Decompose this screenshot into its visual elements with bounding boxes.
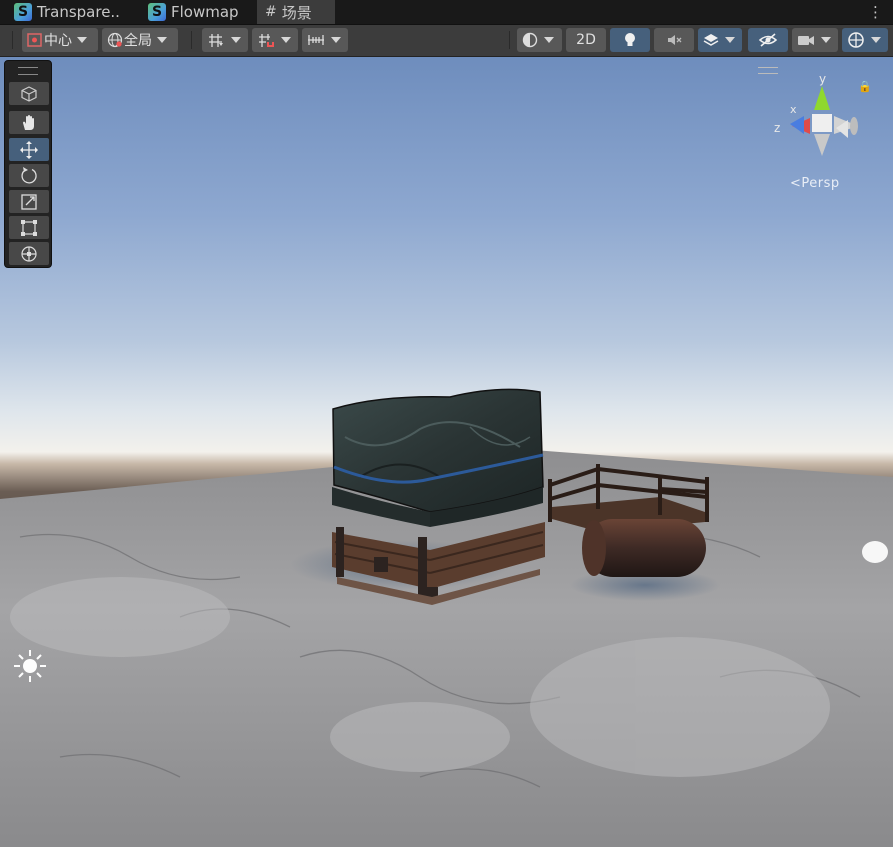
pivot-mode-dropdown[interactable]: 中心 xyxy=(22,28,98,52)
z-axis-cone xyxy=(790,116,804,134)
y-axis-label: y xyxy=(819,72,826,86)
chevron-down-icon xyxy=(231,37,241,43)
increment-snapping-dropdown[interactable] xyxy=(302,28,348,52)
camera-icon xyxy=(798,36,814,45)
tab-bar: S Transpare.. S Flowmap # 场景 ⋮ xyxy=(0,0,893,25)
scene-render xyxy=(0,388,893,847)
toolbar-separator xyxy=(191,31,192,49)
overlay-drag-handle[interactable] xyxy=(18,67,38,75)
eye-hidden-icon xyxy=(758,33,778,47)
scene-hash-icon: # xyxy=(265,4,277,20)
toggle-2d-button[interactable]: 2D xyxy=(566,28,606,52)
rotate-icon xyxy=(21,166,37,183)
transform-tool-button[interactable] xyxy=(9,242,49,265)
move-arrows-icon xyxy=(20,140,38,159)
cube-icon xyxy=(21,85,37,102)
scene-lighting-toggle[interactable] xyxy=(610,28,650,52)
chevron-down-icon xyxy=(871,37,881,43)
pivot-mode-label: 中心 xyxy=(44,33,72,49)
globe-icon xyxy=(107,32,123,48)
toggle-2d-label: 2D xyxy=(576,32,596,48)
space-mode-dropdown[interactable]: 全局 xyxy=(102,28,178,52)
toolbar-separator xyxy=(12,31,13,49)
tab-label: Flowmap xyxy=(171,3,239,21)
snap-grid-icon xyxy=(259,34,274,47)
draw-mode-dropdown[interactable] xyxy=(517,28,562,52)
chevron-down-icon xyxy=(725,37,735,43)
view-tool-button[interactable] xyxy=(9,82,49,105)
tab-flowmap-shader[interactable]: S Flowmap xyxy=(145,0,255,24)
pivot-icon xyxy=(27,33,42,47)
rect-tool-button[interactable] xyxy=(9,216,49,239)
lightbulb-icon xyxy=(625,33,635,46)
effects-layers-icon xyxy=(703,34,719,46)
y-axis-cone xyxy=(814,86,830,110)
chevron-down-icon xyxy=(77,37,87,43)
hand-icon xyxy=(23,114,34,130)
light-sphere-icon[interactable] xyxy=(860,539,890,565)
projection-toggle[interactable]: <Persp xyxy=(790,176,840,191)
scene-tools-overlay xyxy=(4,60,52,268)
space-mode-label: 全局 xyxy=(124,33,152,49)
chevron-down-icon xyxy=(157,37,167,43)
audio-toggle[interactable] xyxy=(654,28,694,52)
ruler-icon xyxy=(308,35,324,45)
shading-mode-icon xyxy=(522,32,538,48)
hand-tool-button[interactable] xyxy=(9,111,49,134)
chevron-down-icon xyxy=(821,37,831,43)
audio-muted-icon xyxy=(668,35,682,45)
camera-settings-dropdown[interactable] xyxy=(792,28,838,52)
transform-icon xyxy=(21,245,37,262)
shader-icon: S xyxy=(14,3,32,21)
gizmos-dropdown[interactable] xyxy=(842,28,888,52)
x-axis-label: x xyxy=(790,103,797,116)
chevron-down-icon xyxy=(281,37,291,43)
tab-scene[interactable]: # 场景 xyxy=(257,0,335,24)
scale-icon xyxy=(21,193,37,210)
projection-label: Persp xyxy=(801,176,840,191)
scale-tool-button[interactable] xyxy=(9,190,49,213)
grid-icon xyxy=(209,34,223,47)
scene-viewport[interactable] xyxy=(0,57,893,847)
grid-visibility-dropdown[interactable] xyxy=(202,28,248,52)
chevron-down-icon xyxy=(544,37,554,43)
grid-snapping-dropdown[interactable] xyxy=(252,28,298,52)
gizmo-globe-icon xyxy=(848,32,864,48)
tab-label: Transpare.. xyxy=(37,3,120,21)
tab-menu-icon[interactable]: ⋮ xyxy=(868,3,883,21)
z-axis-label: z xyxy=(774,121,780,135)
chevron-down-icon xyxy=(331,37,341,43)
shader-icon: S xyxy=(148,3,166,21)
rotate-tool-button[interactable] xyxy=(9,164,49,187)
scene-visibility-toggle[interactable] xyxy=(748,28,788,52)
tab-label: 场景 xyxy=(281,3,312,22)
tab-transparent-shader[interactable]: S Transpare.. xyxy=(0,0,140,24)
move-tool-button[interactable] xyxy=(9,138,49,161)
effects-dropdown[interactable] xyxy=(698,28,742,52)
scene-toolbar: 中心 全局 2D xyxy=(0,25,893,57)
rect-transform-icon xyxy=(21,219,37,236)
toolbar-separator xyxy=(509,31,510,49)
chevron-left-icon: < xyxy=(790,176,802,191)
directional-light-icon[interactable] xyxy=(11,647,49,685)
